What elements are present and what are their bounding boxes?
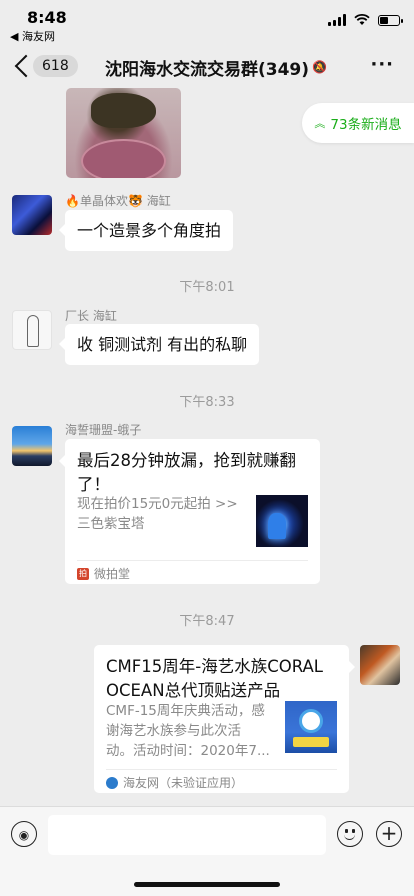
- sender-name: 🔥单晶体欢🐯 海缸: [65, 194, 171, 208]
- chat-title: 沈阳海水交流交易群(349): [104, 60, 310, 80]
- card-desc-line1: CMF-15周年庆典活动，感: [106, 703, 265, 719]
- signal-icon: [328, 14, 346, 26]
- card-divider: [77, 560, 308, 561]
- avatar[interactable]: [12, 310, 52, 350]
- status-back-app[interactable]: ◀ 海友网: [10, 28, 55, 44]
- card-title-line1: 最后28分钟放漏，抢到就赚翻: [77, 451, 296, 470]
- message-bubble[interactable]: 一个造景多个角度拍: [58, 210, 234, 251]
- sender-name: 海誓珊盟-蛾子: [65, 423, 142, 437]
- message-input[interactable]: [48, 815, 326, 855]
- timestamp: 下午8:01: [179, 280, 235, 295]
- status-time: 8:48: [27, 8, 67, 27]
- my-avatar[interactable]: [360, 645, 400, 685]
- coral-image-message[interactable]: [66, 88, 181, 178]
- card-source: 拍 微拍堂: [77, 565, 130, 582]
- card-source-label: 海友网（未验证应用）: [123, 776, 244, 790]
- weipaitang-icon: 拍: [77, 567, 89, 580]
- sender-name: 厂长 海缸: [65, 309, 117, 323]
- card-thumbnail: [285, 701, 337, 753]
- timestamp: 下午8:33: [179, 395, 235, 410]
- wifi-icon: [354, 14, 370, 25]
- more-icon[interactable]: ···: [370, 54, 394, 75]
- card-desc-line2: 三色紫宝塔: [77, 516, 145, 532]
- message-bubble[interactable]: 收 铜测试剂 有出的私聊: [58, 324, 260, 365]
- emoji-icon[interactable]: [337, 821, 363, 847]
- avatar[interactable]: [12, 426, 52, 466]
- card-title-line2: OCEAN总代顶贴送产品: [106, 681, 281, 700]
- timestamp: 下午8:47: [179, 614, 235, 629]
- mute-icon: 🔕: [312, 60, 327, 74]
- card-thumbnail: [256, 495, 308, 547]
- new-messages-label: 73条新消息: [330, 117, 402, 133]
- plus-icon[interactable]: +: [376, 821, 402, 847]
- haiyouwang-icon: [106, 776, 118, 789]
- avatar[interactable]: [12, 195, 52, 235]
- status-icons: [328, 14, 403, 26]
- card-source-label: 微拍堂: [94, 567, 131, 581]
- home-indicator: [134, 882, 280, 887]
- new-messages-button[interactable]: ︽ 73条新消息: [302, 103, 414, 143]
- card-desc-line1: 现在拍价15元0元起拍 >>: [77, 496, 238, 512]
- card-desc-line2: 谢海艺水族参与此次活: [106, 723, 241, 739]
- link-card-message[interactable]: CMF15周年-海艺水族CORAL OCEAN总代顶贴送产品 CMF-15周年庆…: [94, 645, 355, 793]
- card-divider: [106, 769, 337, 770]
- card-source: 海友网（未验证应用）: [106, 774, 243, 791]
- card-desc-line3: 动。活动时间：2020年7...: [106, 743, 270, 759]
- voice-icon[interactable]: ◉: [11, 821, 37, 847]
- link-card-message[interactable]: 最后28分钟放漏，抢到就赚翻 了！ 现在拍价15元0元起拍 >> 三色紫宝塔 拍…: [59, 439, 320, 584]
- chevron-up-icon: ︽: [314, 116, 326, 130]
- battery-icon: [378, 14, 403, 26]
- card-title-line1: CMF15周年-海艺水族CORAL: [106, 657, 323, 676]
